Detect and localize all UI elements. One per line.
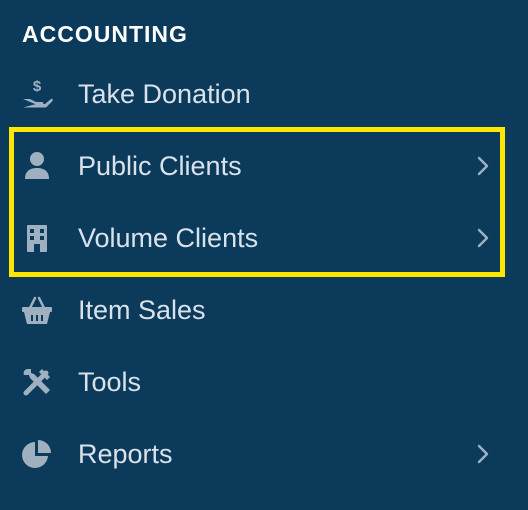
sidebar-item-label: Take Donation	[78, 79, 251, 109]
hand-dollar-icon: $	[20, 77, 54, 111]
sidebar-item-label: Public Clients	[78, 151, 242, 181]
sidebar-item-tools[interactable]: Tools	[0, 346, 528, 418]
sidebar-item-label: Reports	[78, 439, 173, 469]
svg-text:$: $	[33, 78, 42, 95]
chevron-right-icon	[472, 227, 494, 249]
sidebar-item-label: Volume Clients	[78, 223, 259, 253]
sidebar: ACCOUNTING $ Take Donation Public Client…	[0, 0, 528, 510]
sidebar-item-label: Item Sales	[78, 295, 206, 325]
sidebar-item-volume-clients[interactable]: Volume Clients	[0, 202, 528, 274]
section-title: ACCOUNTING	[22, 21, 188, 47]
basket-icon	[20, 293, 54, 327]
sidebar-item-take-donation[interactable]: $ Take Donation	[0, 58, 528, 130]
chevron-right-icon	[472, 155, 494, 177]
sidebar-item-item-sales[interactable]: Item Sales	[0, 274, 528, 346]
user-icon	[20, 149, 54, 183]
tools-icon	[20, 365, 54, 399]
sidebar-item-reports[interactable]: Reports	[0, 418, 528, 490]
pie-chart-icon	[20, 437, 54, 471]
sidebar-item-public-clients[interactable]: Public Clients	[0, 130, 528, 202]
sidebar-item-label: Tools	[78, 367, 142, 397]
chevron-right-icon	[472, 443, 494, 465]
building-icon	[20, 221, 54, 255]
